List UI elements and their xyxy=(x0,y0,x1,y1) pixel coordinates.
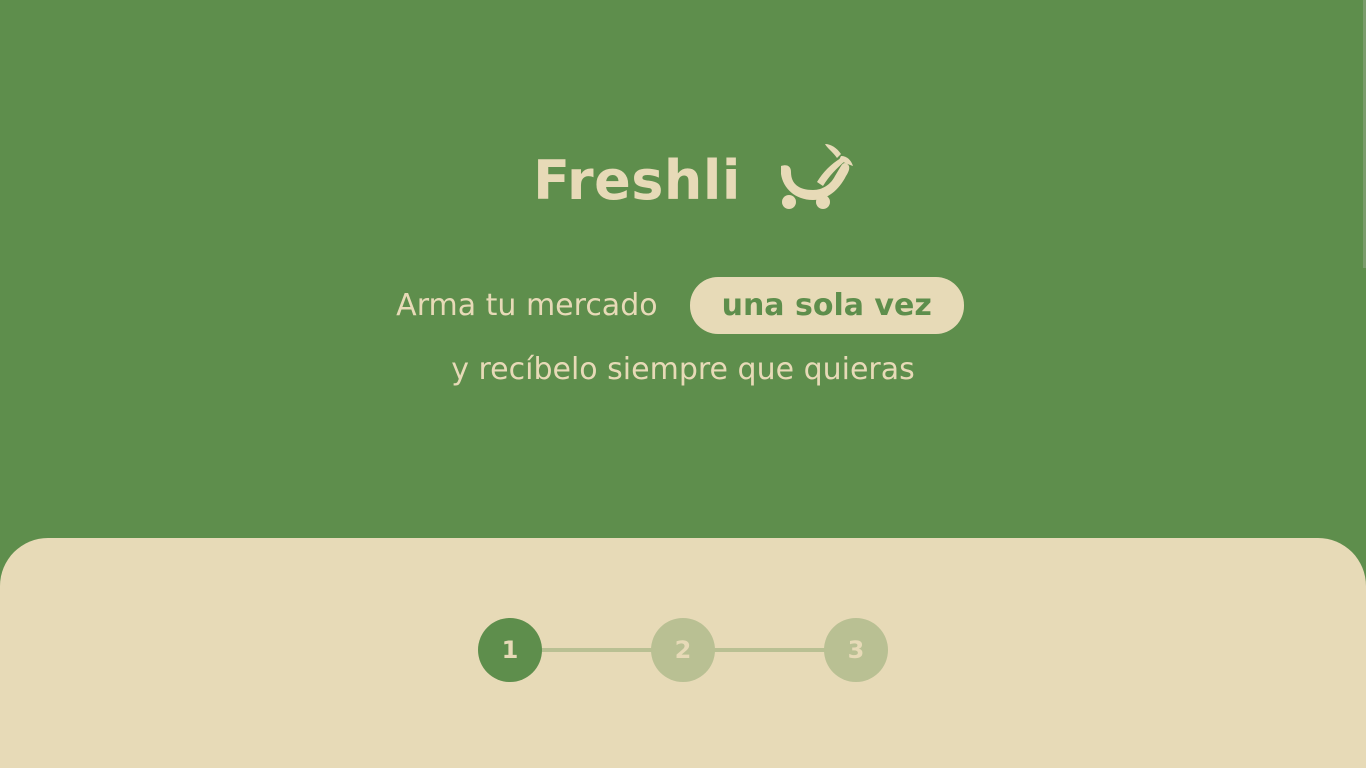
step-1[interactable]: 1 xyxy=(478,618,542,682)
tagline-row: Arma tu mercado una sola vez xyxy=(0,276,1366,334)
brand-header: Freshli xyxy=(0,140,1366,220)
stepper: 1 2 3 xyxy=(478,618,888,682)
brand-name: Freshli xyxy=(533,148,741,212)
cart-icon xyxy=(780,144,853,209)
tagline-highlight-pill: una sola vez xyxy=(689,276,964,334)
tagline-prefix: Arma tu mercado xyxy=(396,287,658,323)
steps-panel: 1 2 3 xyxy=(0,538,1366,768)
step-2[interactable]: 2 xyxy=(651,618,715,682)
hero-section: Freshli Arma tu mercado una sola vez y r… xyxy=(0,0,1366,540)
tagline-suffix: y recíbelo siempre que quieras xyxy=(451,352,915,387)
step-connector xyxy=(713,648,825,652)
step-3[interactable]: 3 xyxy=(824,618,888,682)
step-connector xyxy=(540,648,652,652)
